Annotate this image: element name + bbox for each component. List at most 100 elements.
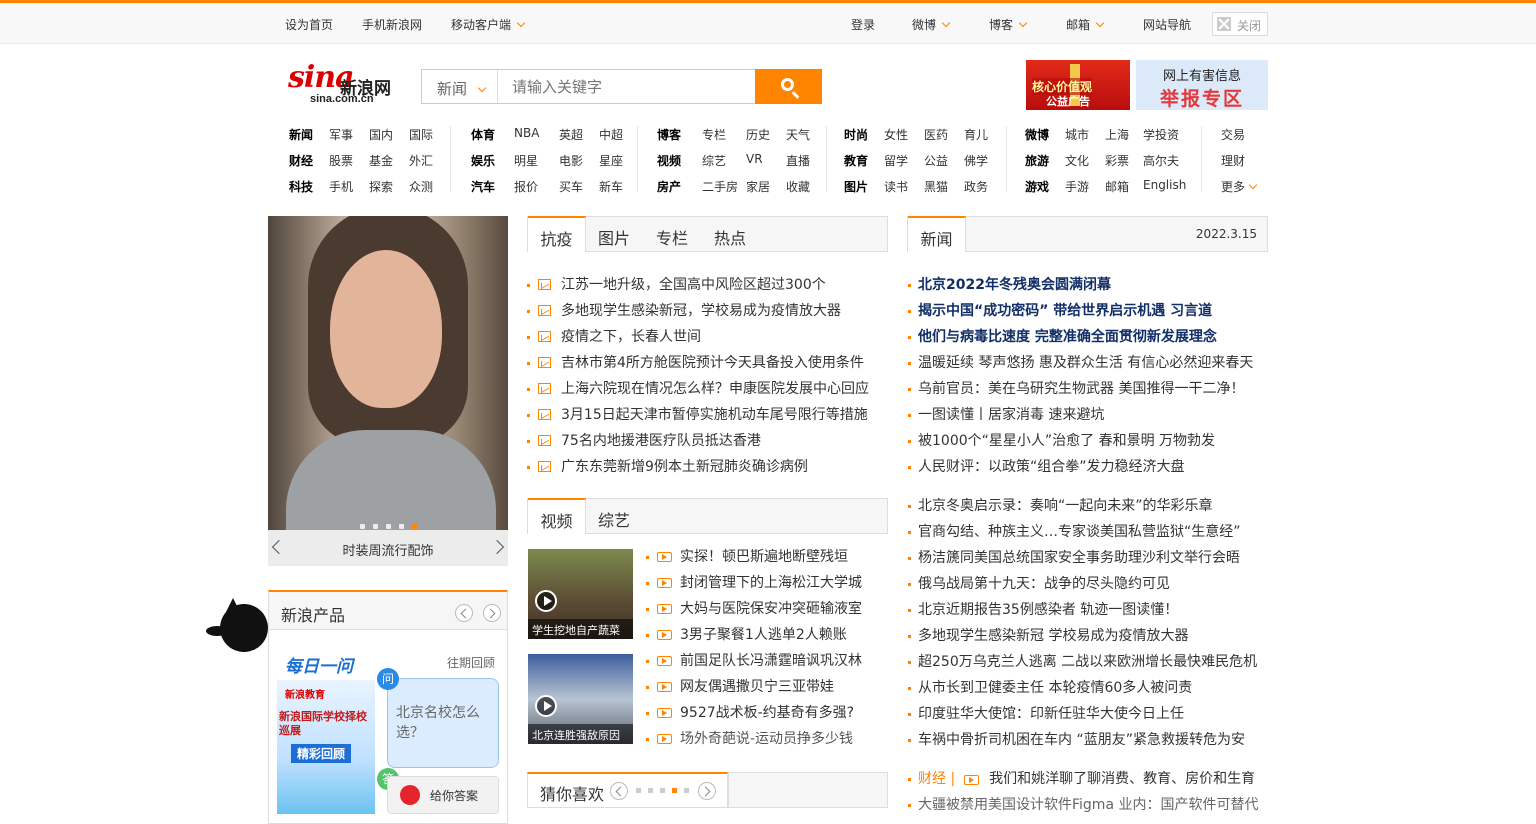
- question-bubble[interactable]: 北京名校怎么选？: [387, 678, 499, 768]
- list-item[interactable]: 3男子聚餐1人逃单2人赖账: [646, 622, 862, 648]
- mail-menu[interactable]: 邮箱: [1066, 16, 1105, 33]
- nav-link[interactable]: 星座: [599, 152, 623, 169]
- nav-link[interactable]: 历史: [746, 126, 770, 143]
- list-item[interactable]: 广东东莞新增9例本土新冠肺炎确诊病例: [527, 454, 869, 480]
- nav-link[interactable]: 博客: [657, 126, 681, 143]
- answer-button[interactable]: 给你答案: [387, 776, 499, 814]
- nav-link[interactable]: 买车: [559, 178, 583, 195]
- nav-link[interactable]: 手机: [329, 178, 353, 195]
- list-item[interactable]: 吉林市第4所方舱医院预计今天具备投入使用条件: [527, 350, 869, 376]
- tab-columns[interactable]: 专栏: [656, 217, 688, 252]
- login-link[interactable]: 登录: [851, 16, 875, 33]
- nav-link[interactable]: 房产: [657, 178, 681, 195]
- nav-link[interactable]: 视频: [657, 152, 681, 169]
- nav-link[interactable]: 天气: [786, 126, 810, 143]
- list-item[interactable]: 前国足队长冯潇霆暗讽巩汉林: [646, 648, 862, 674]
- blog-menu[interactable]: 博客: [989, 16, 1028, 33]
- list-item[interactable]: 封闭管理下的上海松江大学城: [646, 570, 862, 596]
- nav-link[interactable]: 国内: [369, 126, 393, 143]
- nav-link[interactable]: 手游: [1065, 178, 1089, 195]
- nav-link[interactable]: 娱乐: [471, 152, 495, 169]
- nav-link[interactable]: 女性: [884, 126, 908, 143]
- nav-link[interactable]: 科技: [289, 178, 313, 195]
- nav-link[interactable]: 中超: [599, 126, 623, 143]
- list-item[interactable]: 上海六院现在情况怎么样？申康医院发展中心回应: [527, 376, 869, 402]
- nav-link[interactable]: 二手房: [702, 178, 738, 195]
- nav-link[interactable]: 公益: [924, 152, 948, 169]
- list-item[interactable]: 网友偶遇撒贝宁三亚带娃: [646, 674, 862, 700]
- nav-link[interactable]: 游戏: [1025, 178, 1049, 195]
- finance-channel-link[interactable]: 财经 |: [918, 771, 955, 787]
- nav-link[interactable]: 留学: [884, 152, 908, 169]
- nav-link[interactable]: 城市: [1065, 126, 1089, 143]
- nav-link[interactable]: 财经: [289, 152, 313, 169]
- nav-link[interactable]: 专栏: [702, 126, 726, 143]
- page-dot-active[interactable]: [672, 788, 677, 793]
- list-item[interactable]: 实探！顿巴斯遍地断壁残垣: [646, 544, 862, 570]
- nav-link[interactable]: 图片: [844, 178, 868, 195]
- list-item[interactable]: 场外奇葩说-运动员挣多少钱: [646, 726, 862, 752]
- nav-link[interactable]: 综艺: [702, 152, 726, 169]
- nav-link[interactable]: 学投资: [1143, 126, 1179, 143]
- news-item[interactable]: 人民财评：以政策“组合拳”发力稳经济大盘: [908, 454, 1253, 480]
- video-thumb-2[interactable]: 北京连胜强敌原因: [528, 654, 633, 744]
- close-button[interactable]: 关闭: [1212, 12, 1268, 36]
- weibo-menu[interactable]: 微博: [912, 16, 951, 33]
- cat-mascot[interactable]: [206, 598, 268, 656]
- news-item[interactable]: 他们与病毒比速度 完整准确全面贯彻新发展理念: [908, 324, 1217, 350]
- nav-link[interactable]: 众测: [409, 178, 433, 195]
- more-menu[interactable]: 更多: [1221, 178, 1258, 195]
- sina-logo[interactable]: sina 新浪网 sina.com.cn: [288, 60, 400, 108]
- finance-news-link[interactable]: 我们和姚洋聊了聊消费、教育、房价和生育: [989, 771, 1255, 787]
- news-item[interactable]: 揭示中国“成功密码” 带给世界启示机遇 习言道: [908, 298, 1217, 324]
- slider-caption[interactable]: 时装周流行配饰: [268, 540, 508, 559]
- tab-video[interactable]: 视频: [528, 498, 586, 534]
- nav-link[interactable]: VR: [746, 152, 763, 166]
- nav-link[interactable]: 收藏: [786, 178, 810, 195]
- mobile-sina-link[interactable]: 手机新浪网: [362, 16, 422, 33]
- tab-epidemic[interactable]: 抗疫: [528, 216, 586, 252]
- news-item[interactable]: 被1000个“星星小人”治愈了 春和景明 万物勃发: [908, 428, 1253, 454]
- nav-link[interactable]: 佛学: [964, 152, 988, 169]
- page-dot[interactable]: [648, 788, 653, 793]
- nav-link[interactable]: 育儿: [964, 126, 988, 143]
- nav-link[interactable]: 体育: [471, 126, 495, 143]
- nav-link[interactable]: 政务: [964, 178, 988, 195]
- nav-link[interactable]: 时尚: [844, 126, 868, 143]
- nav-link[interactable]: 读书: [884, 178, 908, 195]
- search-category-select[interactable]: 新闻: [422, 70, 498, 103]
- nav-link[interactable]: 直播: [786, 152, 810, 169]
- list-item[interactable]: 9527战术板-约基奇有多强?: [646, 700, 862, 726]
- news-item[interactable]: 北京近期报告35例感染者 轨迹一图读懂！: [908, 597, 1257, 623]
- news-item[interactable]: 俄乌战局第十九天：战争的尽头隐约可见: [908, 571, 1257, 597]
- nav-link[interactable]: 国际: [409, 126, 433, 143]
- list-item[interactable]: 3月15日起天津市暂停实施机动车尾号限行等措施: [527, 402, 869, 428]
- news-item[interactable]: 乌前官员：美在乌研究生物武器 美国推得一干二净！: [908, 376, 1253, 402]
- education-banner[interactable]: 新浪教育 新浪国际学校择校巡展 精彩回顾: [277, 680, 375, 814]
- nav-link[interactable]: 军事: [329, 126, 353, 143]
- news-item[interactable]: 温暖延续 琴声悠扬 惠及群众生活 有信心必然迎来春天: [908, 350, 1253, 376]
- nav-link[interactable]: 理财: [1221, 152, 1245, 169]
- nav-link[interactable]: 股票: [329, 152, 353, 169]
- list-item[interactable]: 江苏一地升级，全国高中风险区超过300个: [527, 272, 869, 298]
- set-home-link[interactable]: 设为首页: [285, 16, 333, 33]
- nav-link[interactable]: 新闻: [289, 126, 313, 143]
- nav-link[interactable]: 报价: [514, 178, 538, 195]
- values-ad-banner[interactable]: 核心价值观 公益广告: [1026, 60, 1130, 110]
- nav-link[interactable]: 黑猫: [924, 178, 948, 195]
- nav-link[interactable]: 邮箱: [1105, 178, 1129, 195]
- nav-link[interactable]: 电影: [559, 152, 583, 169]
- nav-link[interactable]: 基金: [369, 152, 393, 169]
- chevron-right-icon[interactable]: [483, 604, 501, 622]
- nav-link[interactable]: 上海: [1105, 126, 1129, 143]
- news-item[interactable]: 北京冬奥启示录：奏响“一起向未来”的华彩乐章: [908, 493, 1257, 519]
- nav-link[interactable]: 医药: [924, 126, 948, 143]
- news-item[interactable]: 杨洁篪同美国总统国家安全事务助理沙利文举行会晤: [908, 545, 1257, 571]
- page-dot[interactable]: [660, 788, 665, 793]
- search-input[interactable]: [499, 70, 755, 103]
- tab-pictures[interactable]: 图片: [598, 217, 630, 252]
- news-item[interactable]: 一图读懂丨居家消毒 速来避坑: [908, 402, 1253, 428]
- nav-link[interactable]: 微博: [1025, 126, 1049, 143]
- tab-news[interactable]: 新闻: [908, 216, 966, 252]
- list-item[interactable]: 75名内地援港医疗队员抵达香港: [527, 428, 869, 454]
